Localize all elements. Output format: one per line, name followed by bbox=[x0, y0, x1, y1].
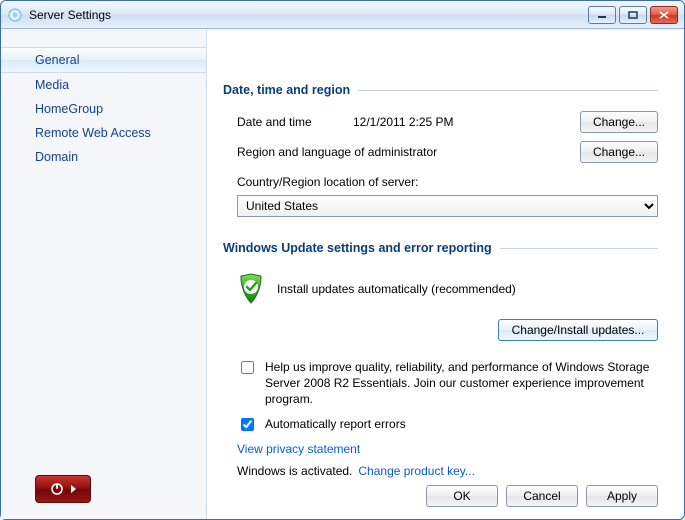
auto-install-row: Install updates automatically (recommend… bbox=[223, 265, 658, 315]
app-icon bbox=[7, 7, 23, 23]
change-install-row: Change/Install updates... bbox=[223, 319, 658, 341]
change-region-button[interactable]: Change... bbox=[580, 141, 658, 163]
titlebar[interactable]: Server Settings bbox=[1, 1, 684, 29]
play-icon bbox=[70, 484, 77, 494]
activation-row: Windows is activated. Change product key… bbox=[223, 460, 658, 482]
server-settings-window: Server Settings General Media HomeGroup … bbox=[0, 0, 685, 520]
main-panel: Date, time and region Date and time 12/1… bbox=[207, 29, 684, 519]
client-area: General Media HomeGroup Remote Web Acces… bbox=[1, 29, 684, 519]
activation-status: Windows is activated. bbox=[237, 464, 352, 478]
section-updates-header: Windows Update settings and error report… bbox=[223, 241, 658, 255]
row-country-label: Country/Region location of server: bbox=[223, 167, 658, 193]
country-combo-wrap: United States bbox=[223, 193, 658, 223]
minimize-button[interactable] bbox=[588, 6, 616, 24]
auto-report-text: Automatically report errors bbox=[265, 416, 658, 432]
privacy-link-row: View privacy statement bbox=[223, 438, 658, 460]
shield-icon bbox=[237, 273, 265, 305]
auto-report-row: Automatically report errors bbox=[223, 412, 658, 438]
help-improve-row: Help us improve quality, reliability, an… bbox=[223, 355, 658, 412]
country-select[interactable]: United States bbox=[237, 195, 658, 217]
maximize-button[interactable] bbox=[619, 6, 647, 24]
section-date-region-title: Date, time and region bbox=[223, 83, 350, 97]
sidebar-bottom bbox=[35, 475, 91, 503]
help-improve-checkbox[interactable] bbox=[241, 361, 254, 374]
sidebar: General Media HomeGroup Remote Web Acces… bbox=[1, 29, 207, 519]
sidebar-item-homegroup[interactable]: HomeGroup bbox=[1, 97, 206, 121]
sidebar-item-general[interactable]: General bbox=[1, 47, 206, 73]
privacy-link[interactable]: View privacy statement bbox=[237, 442, 360, 456]
country-label: Country/Region location of server: bbox=[237, 175, 658, 189]
sidebar-item-domain[interactable]: Domain bbox=[1, 145, 206, 169]
cancel-button[interactable]: Cancel bbox=[506, 485, 578, 507]
window-title: Server Settings bbox=[29, 8, 588, 22]
date-time-label: Date and time bbox=[237, 115, 343, 129]
row-date-time: Date and time 12/1/2011 2:25 PM Change..… bbox=[223, 107, 658, 137]
ok-button[interactable]: OK bbox=[426, 485, 498, 507]
power-button[interactable] bbox=[35, 475, 91, 503]
divider bbox=[500, 248, 658, 249]
power-icon bbox=[50, 482, 64, 496]
apply-button[interactable]: Apply bbox=[586, 485, 658, 507]
footer-buttons: OK Cancel Apply bbox=[426, 485, 658, 507]
change-date-button[interactable]: Change... bbox=[580, 111, 658, 133]
divider bbox=[358, 90, 658, 91]
help-improve-text: Help us improve quality, reliability, an… bbox=[265, 359, 658, 408]
window-buttons bbox=[588, 6, 678, 24]
sidebar-item-remote-web-access[interactable]: Remote Web Access bbox=[1, 121, 206, 145]
close-button[interactable] bbox=[650, 6, 678, 24]
section-date-region-header: Date, time and region bbox=[223, 83, 658, 97]
sidebar-item-media[interactable]: Media bbox=[1, 73, 206, 97]
change-install-updates-button[interactable]: Change/Install updates... bbox=[498, 319, 658, 341]
region-lang-label: Region and language of administrator bbox=[237, 145, 570, 159]
date-time-value: 12/1/2011 2:25 PM bbox=[353, 115, 570, 129]
change-product-key-link[interactable]: Change product key... bbox=[358, 464, 475, 478]
auto-install-text: Install updates automatically (recommend… bbox=[277, 282, 516, 296]
row-region-lang: Region and language of administrator Cha… bbox=[223, 137, 658, 167]
section-updates-title: Windows Update settings and error report… bbox=[223, 241, 492, 255]
auto-report-checkbox[interactable] bbox=[241, 418, 254, 431]
